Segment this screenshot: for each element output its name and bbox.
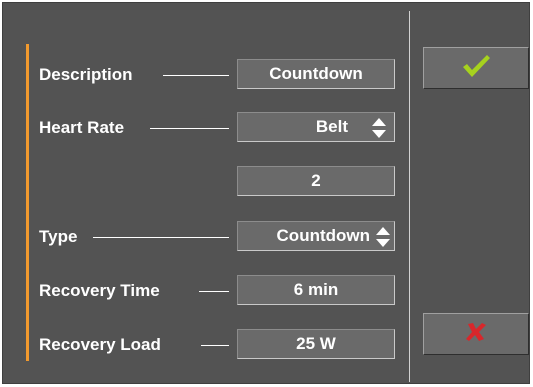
heart-rate-select[interactable]: Belt	[237, 112, 395, 142]
cancel-button[interactable]	[423, 313, 529, 355]
settings-panel: Description Countdown Heart Rate Belt 2 …	[2, 2, 530, 384]
heart-rate-label: Heart Rate	[39, 118, 125, 137]
type-select[interactable]: Countdown	[237, 221, 395, 251]
recovery-load-field[interactable]: 25 W	[237, 329, 395, 359]
type-label: Type	[39, 227, 78, 246]
heart-rate-number-field[interactable]: 2	[237, 166, 395, 196]
connector-line	[199, 291, 229, 292]
connector-line	[150, 128, 229, 129]
row-heart-rate-value: 2	[3, 166, 409, 198]
recovery-time-label: Recovery Time	[39, 281, 160, 300]
recovery-time-value: 6 min	[293, 280, 339, 299]
vertical-divider	[409, 11, 410, 382]
connector-line	[201, 345, 229, 346]
description-label: Description	[39, 65, 133, 84]
row-recovery-load: Recovery Load 25 W	[3, 329, 409, 361]
recovery-load-label: Recovery Load	[39, 335, 161, 354]
cross-icon	[465, 322, 487, 347]
accent-bar	[26, 44, 29, 361]
type-value: Countdown	[276, 226, 370, 245]
heart-rate-number-value: 2	[311, 171, 321, 190]
row-type: Type Countdown	[3, 221, 409, 253]
checkmark-icon	[461, 53, 491, 84]
row-description: Description Countdown	[3, 59, 409, 91]
confirm-button[interactable]	[423, 47, 529, 89]
description-field[interactable]: Countdown	[237, 59, 395, 89]
row-recovery-time: Recovery Time 6 min	[3, 275, 409, 307]
up-down-arrows-icon[interactable]	[372, 118, 386, 138]
row-heart-rate: Heart Rate Belt	[3, 112, 409, 144]
recovery-load-value: 25 W	[296, 334, 336, 353]
recovery-time-field[interactable]: 6 min	[237, 275, 395, 305]
description-value: Countdown	[269, 64, 363, 83]
connector-line	[163, 75, 229, 76]
up-down-arrows-icon[interactable]	[376, 227, 390, 247]
connector-line	[93, 237, 229, 238]
heart-rate-value: Belt	[315, 117, 348, 136]
